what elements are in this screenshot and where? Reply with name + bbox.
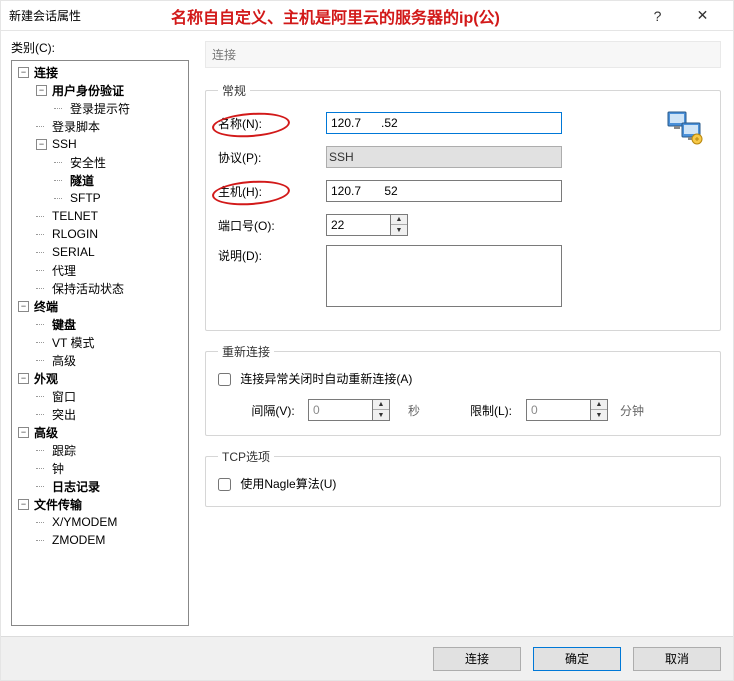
port-label: 端口号(O): bbox=[218, 219, 275, 233]
tree-security[interactable]: 安全性 bbox=[68, 154, 108, 171]
tree-appearance[interactable]: 外观 bbox=[32, 370, 60, 387]
chevron-down-icon[interactable]: ▼ bbox=[373, 410, 389, 420]
tree-terminal[interactable]: 终端 bbox=[32, 298, 60, 315]
tree-serial[interactable]: SERIAL bbox=[50, 245, 97, 259]
tree-xymodem[interactable]: X/YMODEM bbox=[50, 515, 119, 529]
auto-reconnect-label[interactable]: 连接异常关闭时自动重新连接(A) bbox=[218, 372, 412, 386]
port-spinner[interactable]: ▲▼ bbox=[390, 214, 408, 236]
host-input[interactable] bbox=[326, 180, 562, 202]
desc-textarea[interactable] bbox=[326, 245, 562, 307]
ok-button[interactable]: 确定 bbox=[533, 647, 621, 671]
chevron-down-icon[interactable]: ▼ bbox=[591, 410, 607, 420]
limit-spinner[interactable]: ▲▼ bbox=[590, 399, 608, 421]
name-label: 名称(N): bbox=[218, 117, 262, 131]
nagle-checkbox[interactable] bbox=[218, 478, 231, 491]
annotation-text: 名称自自定义、主机是阿里云的服务器的ip(公) bbox=[171, 4, 500, 28]
chevron-down-icon[interactable]: ▼ bbox=[391, 225, 407, 235]
general-legend: 常规 bbox=[218, 82, 250, 99]
tree-transfer[interactable]: 文件传输 bbox=[32, 496, 84, 513]
chevron-up-icon[interactable]: ▲ bbox=[591, 400, 607, 410]
category-label: 类别(C): bbox=[11, 39, 189, 56]
chevron-up-icon[interactable]: ▲ bbox=[373, 400, 389, 410]
tree-window[interactable]: 窗口 bbox=[50, 388, 78, 405]
interval-spinner[interactable]: ▲▼ bbox=[372, 399, 390, 421]
tree-telnet[interactable]: TELNET bbox=[50, 209, 100, 223]
tree-auth[interactable]: 用户身份验证 bbox=[50, 82, 126, 99]
expand-icon[interactable]: − bbox=[18, 373, 29, 384]
tree-bell[interactable]: 钟 bbox=[50, 460, 66, 477]
limit-label: 限制(L): bbox=[462, 402, 520, 419]
tree-log[interactable]: 日志记录 bbox=[50, 478, 102, 495]
limit-input[interactable] bbox=[526, 399, 590, 421]
category-tree[interactable]: −连接 −用户身份验证 登录提示符 登录脚本 −SSH bbox=[11, 60, 189, 626]
tree-proxy[interactable]: 代理 bbox=[50, 262, 78, 279]
expand-icon[interactable]: − bbox=[18, 301, 29, 312]
tree-connection[interactable]: 连接 bbox=[32, 64, 60, 81]
reconnect-legend: 重新连接 bbox=[218, 343, 274, 360]
interval-input[interactable] bbox=[308, 399, 372, 421]
tree-tunnel[interactable]: 隧道 bbox=[68, 172, 96, 189]
desc-label: 说明(D): bbox=[218, 249, 262, 263]
name-input[interactable] bbox=[326, 112, 562, 134]
tree-rlogin[interactable]: RLOGIN bbox=[50, 227, 100, 241]
tree-ssh[interactable]: SSH bbox=[50, 137, 79, 151]
connect-button[interactable]: 连接 bbox=[433, 647, 521, 671]
expand-icon[interactable]: − bbox=[36, 85, 47, 96]
tcp-legend: TCP选项 bbox=[218, 448, 274, 465]
expand-icon[interactable]: − bbox=[18, 499, 29, 510]
general-group: 常规 名称(N): 协议(P): SSH bbox=[205, 82, 721, 331]
expand-icon[interactable]: − bbox=[18, 67, 29, 78]
cancel-button[interactable]: 取消 bbox=[633, 647, 721, 671]
expand-icon[interactable]: − bbox=[18, 427, 29, 438]
limit-unit: 分钟 bbox=[614, 402, 650, 419]
expand-icon[interactable]: − bbox=[36, 139, 47, 150]
interval-label: 间隔(V): bbox=[244, 402, 302, 419]
close-button[interactable]: ✕ bbox=[680, 7, 725, 24]
tree-login-script[interactable]: 登录脚本 bbox=[50, 118, 102, 135]
nagle-text: 使用Nagle算法(U) bbox=[240, 477, 336, 491]
protocol-label: 协议(P): bbox=[218, 151, 261, 165]
tree-keepalive[interactable]: 保持活动状态 bbox=[50, 280, 126, 297]
tree-sftp[interactable]: SFTP bbox=[68, 191, 103, 205]
chevron-up-icon[interactable]: ▲ bbox=[391, 215, 407, 225]
help-button[interactable]: ? bbox=[635, 8, 680, 24]
nagle-label[interactable]: 使用Nagle算法(U) bbox=[218, 477, 336, 491]
panel-header: 连接 bbox=[205, 41, 721, 68]
host-label: 主机(H): bbox=[218, 185, 262, 199]
port-input[interactable] bbox=[326, 214, 390, 236]
tcp-group: TCP选项 使用Nagle算法(U) bbox=[205, 448, 721, 507]
auto-reconnect-text: 连接异常关闭时自动重新连接(A) bbox=[240, 372, 412, 386]
tree-vt[interactable]: VT 模式 bbox=[50, 334, 96, 351]
tree-login-prompt[interactable]: 登录提示符 bbox=[68, 100, 132, 117]
interval-unit: 秒 bbox=[396, 402, 432, 419]
tree-zmodem[interactable]: ZMODEM bbox=[50, 533, 107, 547]
tree-highlight[interactable]: 突出 bbox=[50, 406, 78, 423]
tree-keyboard[interactable]: 键盘 bbox=[50, 316, 78, 333]
auto-reconnect-checkbox[interactable] bbox=[218, 373, 231, 386]
tree-adv-t[interactable]: 高级 bbox=[50, 352, 78, 369]
tree-advanced[interactable]: 高级 bbox=[32, 424, 60, 441]
window-title: 新建会话属性 bbox=[9, 7, 81, 24]
protocol-select[interactable]: SSH bbox=[326, 146, 562, 168]
reconnect-group: 重新连接 连接异常关闭时自动重新连接(A) 间隔(V): ▲▼ 秒 限制(L): bbox=[205, 343, 721, 436]
tree-trace[interactable]: 跟踪 bbox=[50, 442, 78, 459]
